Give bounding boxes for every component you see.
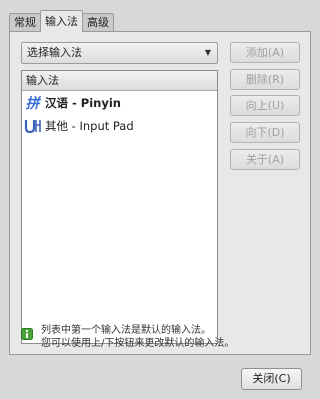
list-item-input-pad[interactable]: 其他 - Input Pad [22, 114, 217, 137]
add-button[interactable]: 添加(A) [230, 42, 300, 63]
info-icon [21, 328, 33, 340]
input-pad-icon [23, 117, 41, 135]
dropdown-arrow-icon: ▼ [204, 48, 211, 57]
input-method-list[interactable]: 输入法 拼 汉语 - Pinyin 其他 - Input Pad [21, 70, 218, 344]
move-up-button[interactable]: 向上(U) [230, 95, 300, 116]
tab-advanced[interactable]: 高级 [82, 13, 114, 32]
list-column-header[interactable]: 输入法 [22, 71, 217, 91]
info-line-2: 您可以使用上/下按钮来更改默认的输入法。 [41, 338, 235, 349]
svg-text:拼: 拼 [25, 95, 41, 111]
tab-bar: 常规 输入法 高级 [9, 10, 114, 32]
list-item-label: 汉语 - Pinyin [45, 95, 121, 110]
input-method-page: 选择输入法 ▼ 输入法 拼 汉语 - Pinyin 其他 - Input Pad… [9, 31, 311, 355]
remove-button[interactable]: 删除(R) [230, 69, 300, 90]
pinyin-icon: 拼 [23, 94, 41, 112]
about-button[interactable]: 关于(A) [230, 149, 300, 170]
move-down-button[interactable]: 向下(D) [230, 122, 300, 143]
ibus-preferences-window: 常规 输入法 高级 选择输入法 ▼ 输入法 拼 汉语 - Pinyin 其他 -… [0, 0, 320, 399]
info-text: 列表中第一个输入法是默认的输入法。 您可以使用上/下按钮来更改默认的输入法。 [41, 324, 234, 350]
input-method-select[interactable]: 选择输入法 ▼ [21, 42, 218, 64]
info-line-1: 列表中第一个输入法是默认的输入法。 [41, 325, 211, 336]
tab-general[interactable]: 常规 [9, 13, 41, 32]
close-button[interactable]: 关闭(C) [241, 368, 302, 390]
list-item-pinyin[interactable]: 拼 汉语 - Pinyin [22, 91, 217, 114]
list-item-label: 其他 - Input Pad [45, 118, 134, 133]
tab-input-method[interactable]: 输入法 [40, 10, 83, 32]
input-method-select-value: 选择输入法 [27, 46, 82, 59]
